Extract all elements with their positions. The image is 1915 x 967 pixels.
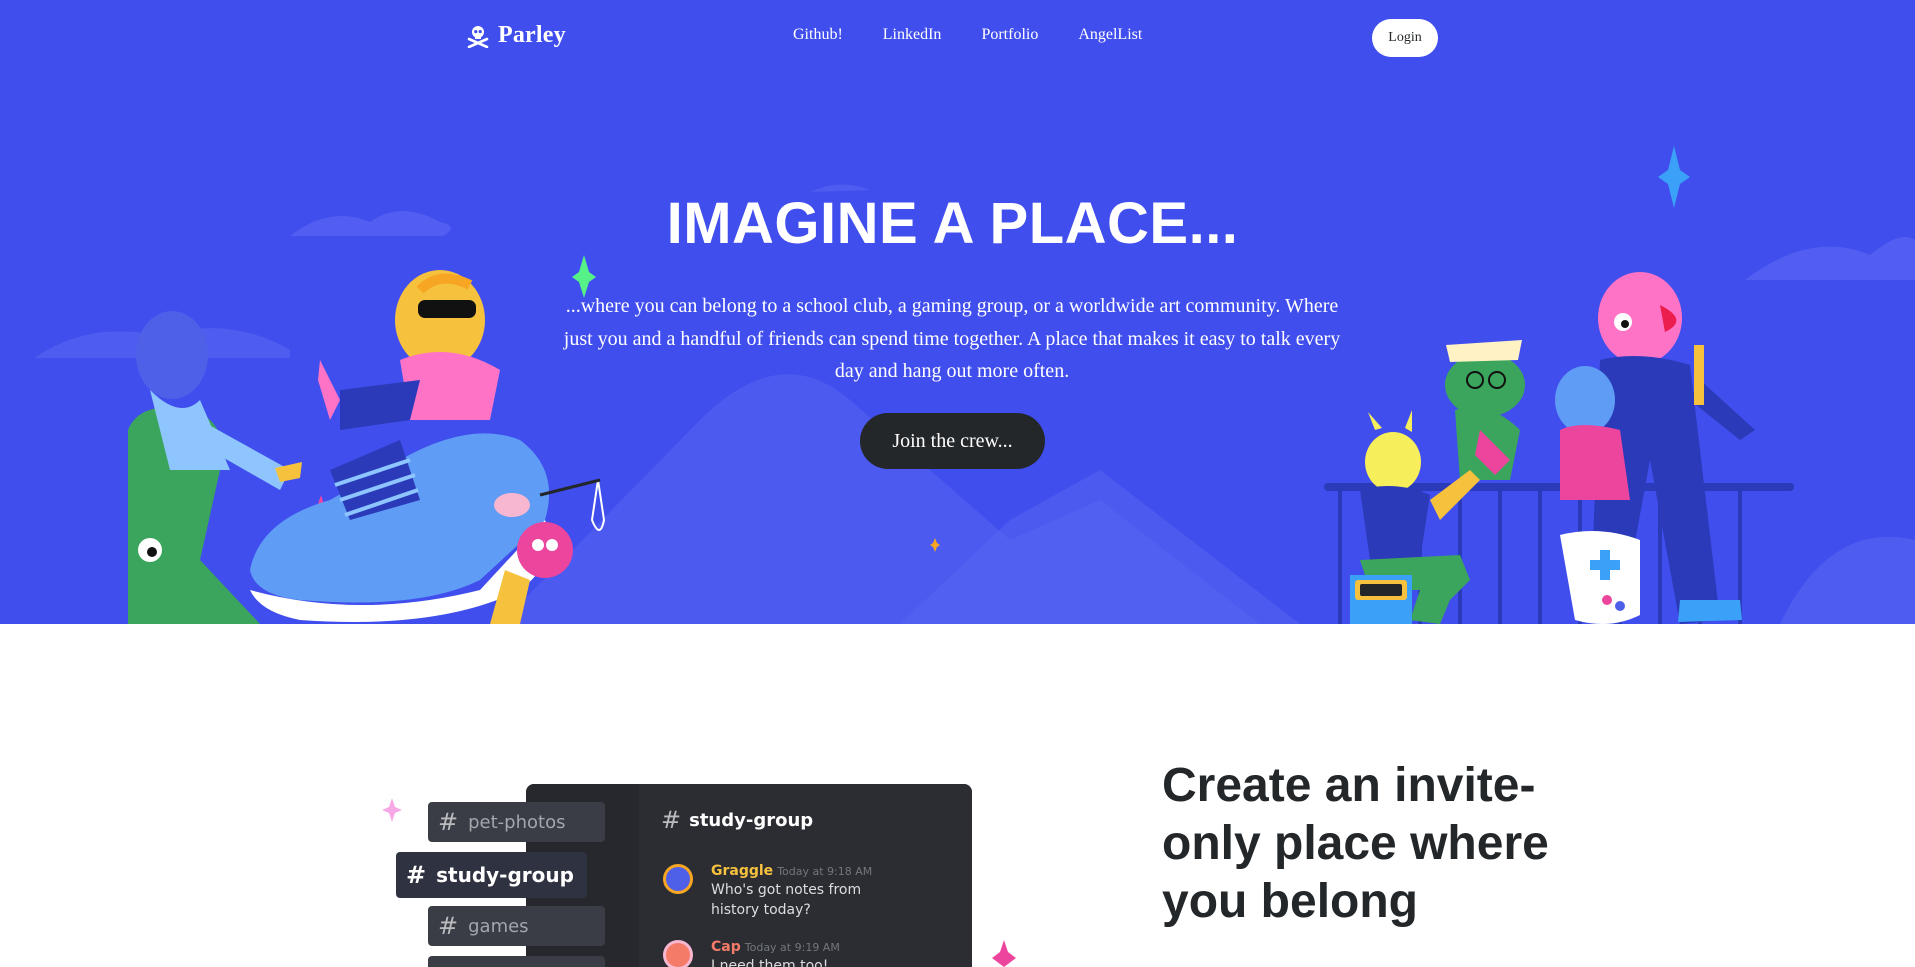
chat-message: Graggle Today at 9:18 AM Who's got notes … [663,860,872,920]
chat-panel: # study-group Graggle Today at 9:18 AM Wh… [639,784,972,967]
message-author: Cap [711,939,741,955]
hash-icon: # [661,806,682,834]
hero-title: IMAGINE A PLACE... [666,191,1239,256]
channel-item-games[interactable]: # games [428,906,605,946]
hero-subtitle: ...where you can belong to a school club… [563,295,1341,382]
hash-icon: # [438,808,459,836]
message-time: Today at 9:19 AM [744,941,840,954]
message-text: I need them too! [711,958,829,967]
feature-section: # study-group Graggle Today at 9:18 AM Wh… [0,624,1915,967]
nav-link-github[interactable]: Github! [793,26,843,44]
channel-item-study-group[interactable]: # study-group [396,852,587,898]
nav-links: Github! LinkedIn Portfolio AngelList [793,26,1142,44]
channel-item-more[interactable] [428,956,605,967]
chat-message: Cap Today at 9:19 AM I need them too! [663,936,840,967]
chat-channel-header: # study-group [661,806,813,834]
hero-section: Parley Github! LinkedIn Portfolio AngelL… [0,0,1915,624]
nav-link-portfolio[interactable]: Portfolio [981,26,1038,44]
join-crew-button[interactable]: Join the crew... [860,413,1045,469]
brand-name: Parley [498,22,566,48]
avatar [663,940,693,967]
channel-label: games [468,915,529,937]
hash-icon: # [406,861,427,889]
channel-label: study-group [436,863,574,887]
top-navbar: Parley Github! LinkedIn Portfolio AngelL… [0,0,1915,76]
channel-item-pet-photos[interactable]: # pet-photos [428,802,605,842]
message-time: Today at 9:18 AM [777,865,873,878]
skull-crossbones-icon [467,25,489,48]
message-author: Graggle [711,863,774,879]
nav-link-angellist[interactable]: AngelList [1078,26,1142,44]
feature-title: Create an invite-only place where you be… [1162,759,1549,928]
channel-label: pet-photos [468,811,566,833]
login-button[interactable]: Login [1372,19,1438,57]
avatar [663,864,693,894]
chat-channel-name: study-group [689,809,814,831]
hash-icon: # [438,912,459,940]
message-text: Who's got notes from history today? [711,882,862,918]
nav-link-linkedin[interactable]: LinkedIn [883,26,942,44]
brand-logo[interactable]: Parley [466,22,566,49]
